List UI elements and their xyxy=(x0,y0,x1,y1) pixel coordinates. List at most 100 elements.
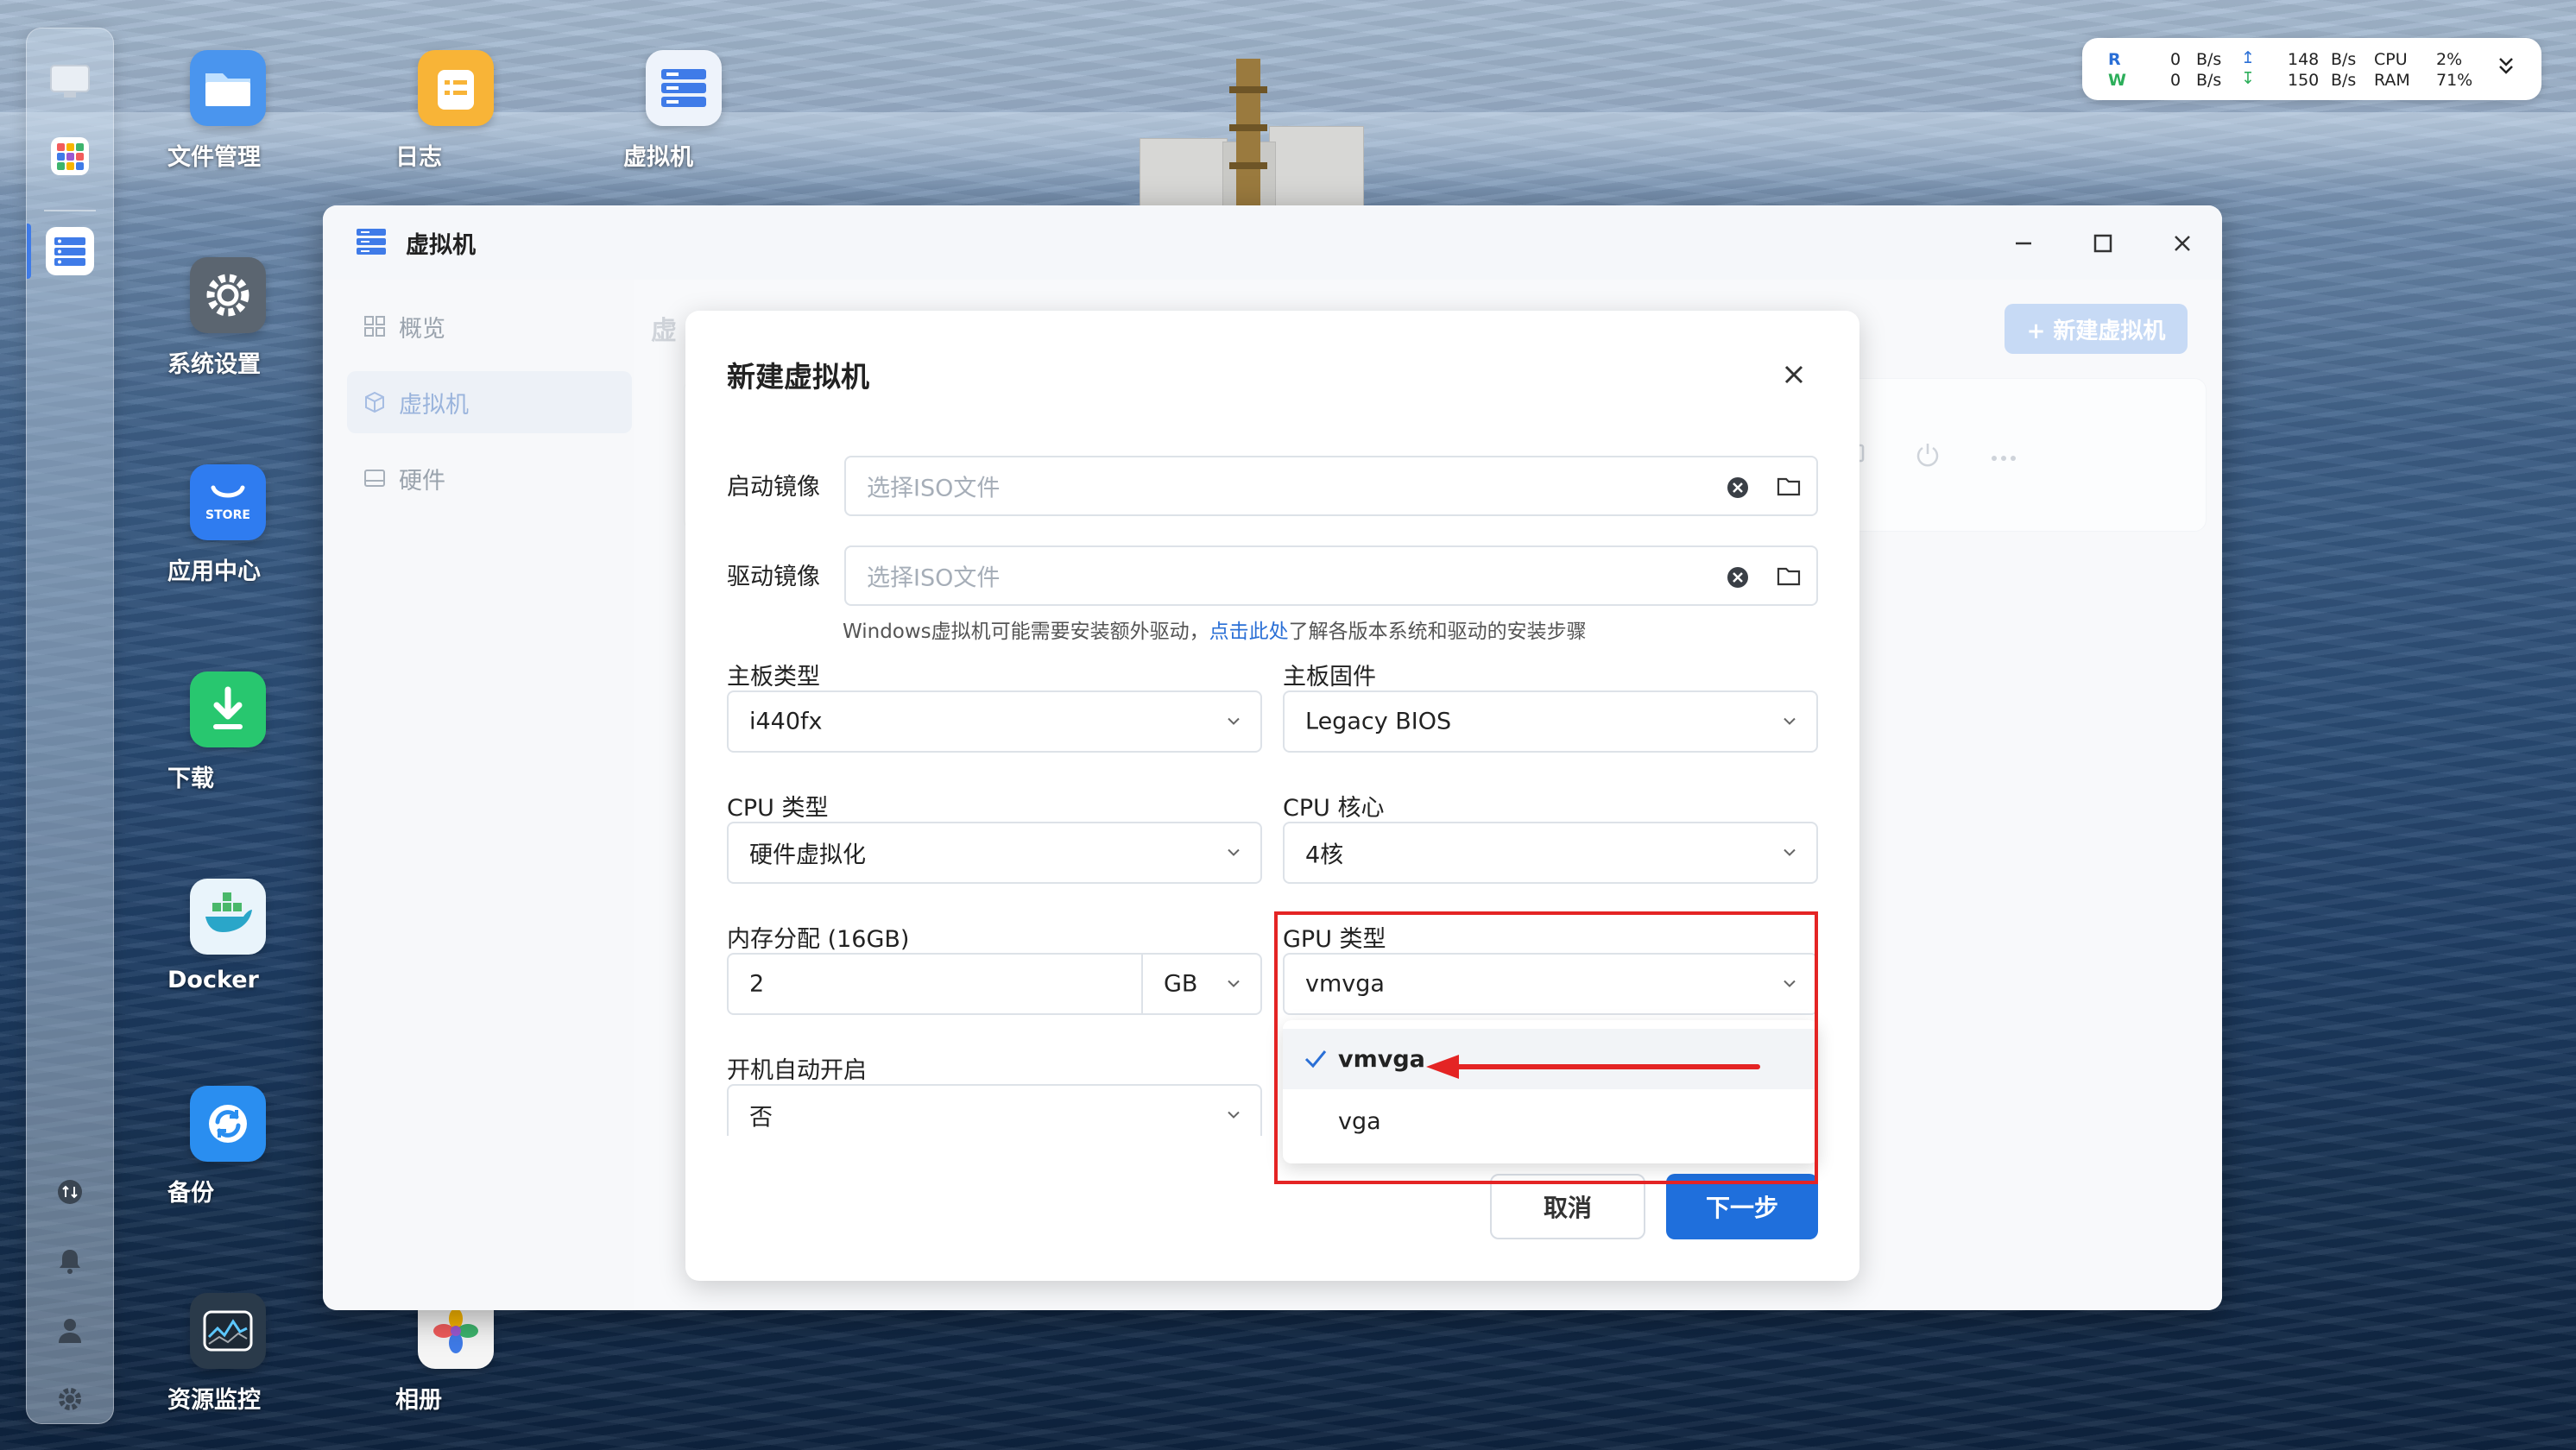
minimize-icon[interactable] xyxy=(2001,221,2046,266)
chevron-down-icon xyxy=(1226,714,1241,730)
ram-label: RAM xyxy=(2374,71,2410,90)
sidebar-item-hardware[interactable]: 硬件 xyxy=(347,447,632,509)
cpu-type-value: 硬件虚拟化 xyxy=(749,842,866,869)
chevron-down-icon xyxy=(1782,714,1797,730)
clear-icon[interactable] xyxy=(1727,566,1749,592)
desktop-icon-download[interactable]: 下载 xyxy=(167,671,288,792)
wallpaper-island xyxy=(1140,52,1364,209)
user-icon[interactable] xyxy=(54,1314,85,1346)
board-type-value: i440fx xyxy=(749,708,823,735)
desktop-icon-settings[interactable]: 系统设置 xyxy=(167,257,288,378)
desktop-icon-label: 虚拟机 xyxy=(623,144,693,171)
maximize-icon[interactable] xyxy=(2080,221,2125,266)
chevron-down-icon xyxy=(1226,845,1241,861)
app-grid-icon[interactable] xyxy=(46,132,94,180)
desktop-icon-docker[interactable]: Docker xyxy=(167,879,288,993)
disk-read-unit: B/s xyxy=(2196,50,2222,69)
board-type-select[interactable]: i440fx xyxy=(727,690,1262,753)
download-icon xyxy=(190,671,266,747)
desktop-icon-label: Docker xyxy=(167,967,259,993)
cube-icon xyxy=(357,390,392,414)
board-firmware-value: Legacy BIOS xyxy=(1305,708,1452,735)
window-title: 虚拟机 xyxy=(406,232,476,259)
disk-read-value: 0 xyxy=(2170,50,2181,69)
desktop-icon-resource-monitor[interactable]: 资源监控 xyxy=(167,1293,288,1414)
desktop-icon-label: 资源监控 xyxy=(167,1387,261,1414)
boot-image-field[interactable]: 选择ISO文件 xyxy=(844,456,1818,516)
vm-server-icon xyxy=(354,224,388,262)
cpu-cores-value: 4核 xyxy=(1305,842,1344,869)
driver-image-label: 驱动镜像 xyxy=(727,564,820,590)
system-stats-widget[interactable]: R W 0 B/s 0 B/s ↥ ↧ 148 B/s 150 B/s CPU … xyxy=(2082,38,2541,100)
dock-active-indicator xyxy=(27,224,31,279)
close-icon[interactable] xyxy=(2160,221,2205,266)
sidebar-item-overview[interactable]: 概览 xyxy=(347,295,632,357)
ram-value: 71% xyxy=(2436,71,2473,90)
settings-gear-icon[interactable] xyxy=(54,1384,85,1415)
hint-suffix: 了解各版本系统和驱动的安装步骤 xyxy=(1288,621,1587,643)
dialog-title: 新建虚拟机 xyxy=(727,360,869,394)
memory-value: 2 xyxy=(749,970,765,998)
desktop-icon-vm[interactable]: 虚拟机 xyxy=(623,50,744,171)
autostart-select[interactable]: 否 xyxy=(727,1084,1262,1136)
cpu-cores-label: CPU 核心 xyxy=(1283,795,1385,822)
cpu-cores-select[interactable]: 4核 xyxy=(1283,822,1818,884)
boot-image-placeholder: 选择ISO文件 xyxy=(867,475,1001,502)
desktop-icon-backup[interactable]: 备份 xyxy=(167,1086,288,1207)
write-label: W xyxy=(2108,71,2126,90)
memory-label: 内存分配 (16GB) xyxy=(727,926,910,953)
bell-icon[interactable] xyxy=(54,1245,85,1277)
board-type-label: 主板类型 xyxy=(727,664,820,690)
dialog-close-icon[interactable] xyxy=(1775,356,1813,394)
expand-chevron-icon[interactable] xyxy=(2497,55,2516,82)
driver-image-field[interactable]: 选择ISO文件 xyxy=(844,545,1818,606)
net-up-unit: B/s xyxy=(2331,50,2357,69)
board-firmware-label: 主板固件 xyxy=(1283,664,1376,690)
boot-image-label: 启动镜像 xyxy=(727,474,820,501)
net-down-value: 150 xyxy=(2288,71,2320,90)
cpu-label: CPU xyxy=(2374,50,2408,69)
download-arrow-icon: ↧ xyxy=(2241,69,2255,88)
store-bag-icon: STORE xyxy=(190,464,266,540)
board-firmware-select[interactable]: Legacy BIOS xyxy=(1283,690,1818,753)
memory-unit-select[interactable]: GB xyxy=(1141,953,1262,1015)
folder-browse-icon[interactable] xyxy=(1777,566,1801,590)
sidebar-item-vm[interactable]: 虚拟机 xyxy=(347,371,632,433)
autostart-value: 否 xyxy=(749,1104,773,1132)
folder-browse-icon[interactable] xyxy=(1777,476,1801,501)
net-up-value: 148 xyxy=(2288,50,2320,69)
desktop-icon-label: 系统设置 xyxy=(167,351,261,378)
desktop-icon-label: 文件管理 xyxy=(167,144,261,171)
vm-server-icon[interactable] xyxy=(46,227,94,275)
annotation-arrow-icon xyxy=(1426,1055,1760,1079)
memory-input[interactable]: 2 xyxy=(727,953,1143,1015)
clear-icon[interactable] xyxy=(1727,476,1749,502)
window-titlebar[interactable]: 虚拟机 xyxy=(323,205,2222,280)
desktop-icon-file-manager[interactable]: 文件管理 xyxy=(167,50,288,171)
grid-icon xyxy=(357,314,392,338)
chevron-down-icon xyxy=(1226,976,1241,993)
memory-unit: GB xyxy=(1164,970,1198,998)
desktop-icon-app-center[interactable]: STORE 应用中心 xyxy=(167,464,288,585)
disk-write-value: 0 xyxy=(2170,71,2181,90)
highlight-box xyxy=(1274,911,1818,1184)
desktop-icon-label: 相册 xyxy=(395,1387,442,1414)
store-badge: STORE xyxy=(205,508,250,522)
transfer-icon[interactable] xyxy=(54,1176,85,1207)
docker-whale-icon xyxy=(190,879,266,955)
drive-icon xyxy=(357,466,392,490)
sidebar-item-label: 硬件 xyxy=(399,467,445,495)
autostart-label: 开机自动开启 xyxy=(727,1057,867,1084)
gear-icon xyxy=(190,257,266,333)
dock xyxy=(26,28,114,1424)
net-down-unit: B/s xyxy=(2331,71,2357,90)
folder-icon xyxy=(190,50,266,126)
notes-icon xyxy=(418,50,494,126)
monitor-icon[interactable] xyxy=(46,58,94,106)
hint-link[interactable]: 点击此处 xyxy=(1209,621,1289,643)
desktop-icon-logs[interactable]: 日志 xyxy=(395,50,516,171)
dock-separator xyxy=(44,210,96,211)
cpu-type-select[interactable]: 硬件虚拟化 xyxy=(727,822,1262,884)
monitor-chart-icon xyxy=(190,1293,266,1369)
vm-server-icon xyxy=(646,50,722,126)
